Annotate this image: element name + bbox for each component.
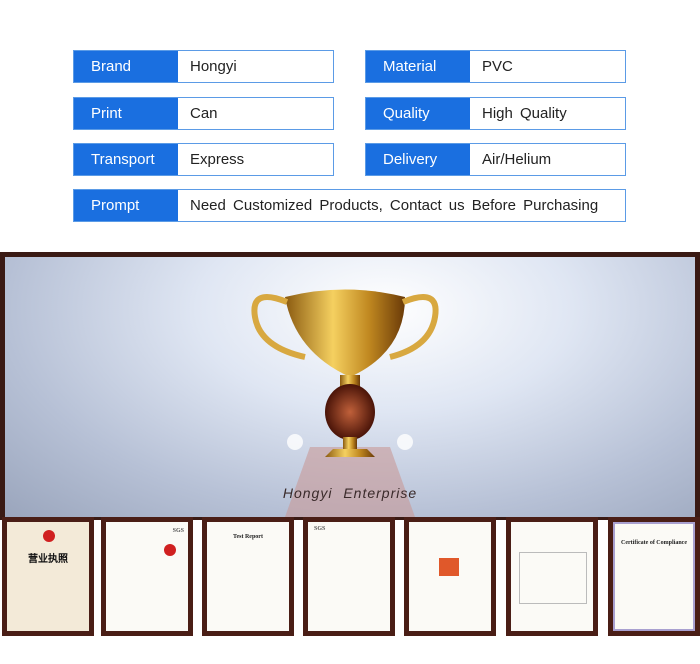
certificate-material-report — [404, 517, 496, 636]
emblem-icon — [43, 530, 55, 542]
spec-value: Can — [190, 105, 218, 122]
company-name: Hongyi Enterprise — [282, 485, 418, 501]
spec-value: Hongyi — [190, 58, 237, 75]
spec-label: Quality — [366, 98, 470, 129]
spec-value: Need Customized Products, Contact us Bef… — [190, 197, 599, 214]
seal-icon — [164, 544, 176, 556]
certificate-paper: 营业执照 — [7, 522, 89, 631]
certificate-of-compliance: Certificate of Compliance — [608, 517, 700, 636]
certificate-title: Test Report — [233, 534, 263, 540]
certificate-paper: SGS — [106, 522, 188, 631]
spec-value: PVC — [482, 58, 513, 75]
certificate-paper: SGS — [308, 522, 390, 631]
spec-quality: Quality High Quality — [365, 97, 626, 130]
certificate-paper: Certificate of Compliance — [613, 522, 695, 631]
spec-label: Print — [74, 98, 178, 129]
certificate-business-license: 营业执照 — [2, 517, 94, 636]
spec-print: Print Can — [73, 97, 334, 130]
certificate-title: SGS — [314, 526, 326, 532]
stage-background — [5, 257, 695, 517]
spec-value: Express — [190, 151, 245, 168]
certificate-test-report: Test Report — [202, 517, 294, 636]
spec-brand: Brand Hongyi — [73, 50, 334, 83]
spec-transport: Transport Express — [73, 143, 334, 176]
certificate-title: SGS — [172, 528, 184, 534]
spec-label: Brand — [74, 51, 178, 82]
certificate-sgs-iso: SGS — [101, 517, 193, 636]
certificate-paper — [511, 522, 593, 631]
spec-label: Material — [366, 51, 470, 82]
certificate-paper: Test Report — [207, 522, 289, 631]
certificate-title: Certificate of Compliance — [621, 540, 687, 546]
trophy-illustration — [251, 289, 439, 517]
certificate-sgs-report: SGS — [303, 517, 395, 636]
spec-prompt: Prompt Need Customized Products, Contact … — [73, 189, 626, 222]
certificate-title: 营业执照 — [28, 554, 68, 565]
spec-value: Air/Helium — [482, 151, 552, 168]
spec-delivery: Delivery Air/Helium — [365, 143, 626, 176]
spec-label: Transport — [74, 144, 178, 175]
certificate-paper — [409, 522, 491, 631]
trophy-banner: Hongyi Enterprise — [0, 252, 700, 520]
certificate-test-table — [506, 517, 598, 636]
spec-label: Delivery — [366, 144, 470, 175]
spec-label: Prompt — [74, 190, 178, 221]
spec-material: Material PVC — [365, 50, 626, 83]
spec-value: High Quality — [482, 105, 567, 122]
data-table — [519, 552, 587, 604]
sample-swatch — [439, 558, 459, 576]
